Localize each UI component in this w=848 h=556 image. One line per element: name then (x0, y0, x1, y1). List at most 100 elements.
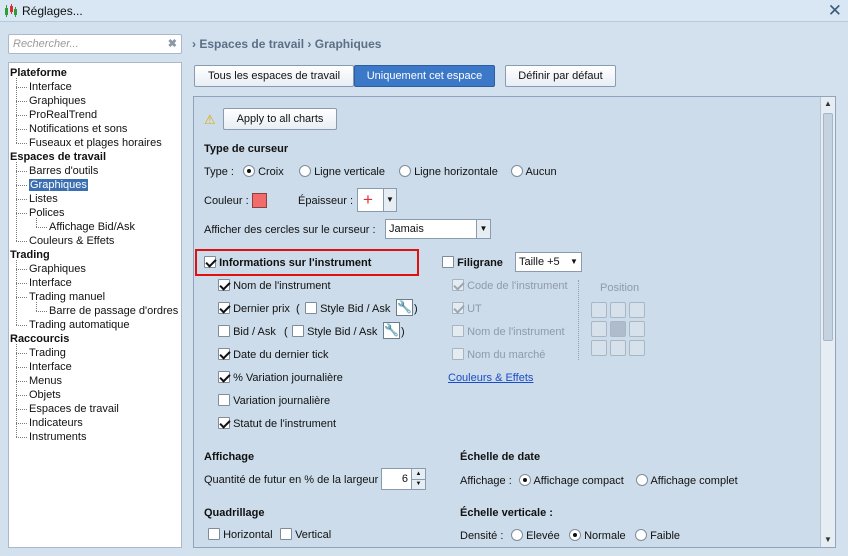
tree-item[interactable]: Indicateurs (29, 416, 83, 430)
tree-section[interactable]: Plateforme (10, 66, 67, 80)
plus-thickness-icon: + (363, 190, 373, 209)
apply-all-charts-button[interactable]: Apply to all charts (223, 108, 337, 130)
tree-section[interactable]: Raccourcis (10, 332, 69, 346)
stepper-up-icon[interactable]: ▲ (411, 469, 425, 479)
breadcrumb-workspaces[interactable]: Espaces de travail (199, 37, 304, 51)
all-workspaces-button[interactable]: Tous les espaces de travail (194, 65, 354, 87)
position-cell (610, 340, 626, 356)
tree-item[interactable]: Espaces de travail (29, 402, 119, 416)
tree-connector (16, 185, 27, 186)
wrench-icon[interactable]: 🔧 (383, 322, 400, 339)
tree-item[interactable]: Trading (29, 346, 66, 360)
tree-item[interactable]: Barre de passage d'ordres (49, 304, 178, 318)
cursor-croix-radio[interactable]: Croix (243, 165, 284, 179)
grid-horizontal-checkbox[interactable]: Horizontal (208, 528, 273, 542)
cursor-horizontal-radio[interactable]: Ligne horizontale (399, 165, 498, 179)
tree-connector (36, 311, 47, 312)
panel-scrollbar[interactable]: ▲ ▼ (820, 97, 835, 547)
tree-connector (16, 241, 27, 242)
tree-item[interactable]: Trading automatique (29, 318, 130, 332)
density-normal-radio[interactable]: Normale (569, 529, 626, 543)
info-var-checkbox[interactable]: Variation journalière (218, 394, 330, 408)
watermark-checkbox[interactable]: Filigrane (442, 256, 503, 270)
tree-item[interactable]: Graphiques (29, 94, 86, 108)
date-scale-label: Affichage : (460, 475, 512, 487)
density-label: Densité : (460, 530, 504, 542)
position-cell (629, 321, 645, 337)
chevron-down-icon: ▼ (567, 253, 581, 271)
tree-item[interactable]: ProRealTrend (29, 108, 97, 122)
scroll-up-icon[interactable]: ▲ (823, 99, 833, 109)
info-last-tick-checkbox[interactable]: Date du dernier tick (218, 348, 328, 362)
set-default-button[interactable]: Définir par défaut (505, 65, 616, 87)
tree-connector (36, 302, 37, 311)
date-full-radio[interactable]: Affichage complet (636, 474, 738, 488)
tree-item[interactable]: Polices (29, 206, 64, 220)
tree-item[interactable]: Interface (29, 360, 72, 374)
stepper-down-icon[interactable]: ▼ (411, 479, 425, 489)
this-workspace-button[interactable]: Uniquement cet espace (354, 65, 495, 87)
tree-item[interactable]: Objets (29, 388, 61, 402)
tree-item[interactable]: Instruments (29, 430, 86, 444)
info-last-price-checkbox[interactable]: Dernier prix (218, 302, 290, 316)
thickness-dropdown[interactable]: + ▼ (357, 188, 397, 212)
position-divider (578, 280, 579, 360)
info-var-pct-checkbox[interactable]: % Variation journalière (218, 371, 343, 385)
tree-item[interactable]: Barres d'outils (29, 164, 98, 178)
scroll-down-icon[interactable]: ▼ (823, 535, 833, 545)
colors-effects-link[interactable]: Couleurs & Effets (448, 371, 533, 385)
tree-connector (16, 367, 27, 368)
tree-item[interactable]: Listes (29, 192, 58, 206)
tree-connector (16, 115, 27, 116)
last-price-style-bid-ask-checkbox[interactable]: Style Bid / Ask (305, 302, 390, 316)
tree-connector (16, 213, 27, 214)
tree-connector (16, 162, 17, 241)
search-input[interactable]: Rechercher... ✖ (8, 34, 182, 54)
tree-item[interactable]: Graphiques (29, 178, 88, 192)
position-cell (591, 321, 607, 337)
wrench-icon[interactable]: 🔧 (396, 299, 413, 316)
tree-connector (16, 260, 17, 325)
clear-search-icon[interactable]: ✖ (168, 37, 177, 50)
bid-ask-style-checkbox[interactable]: Style Bid / Ask (292, 325, 377, 339)
cursor-vertical-radio[interactable]: Ligne verticale (299, 165, 385, 179)
tree-connector (16, 78, 17, 143)
cursor-none-radio[interactable]: Aucun (511, 165, 557, 179)
breadcrumb-separator-icon: › (192, 37, 196, 51)
tree-item[interactable]: Graphiques (29, 262, 86, 276)
chevron-down-icon: ▼ (476, 220, 490, 238)
wm-ut-checkbox: UT (452, 302, 482, 316)
tree-connector (16, 129, 27, 130)
cursor-circles-select[interactable]: Jamais ▼ (385, 219, 491, 239)
display-heading: Affichage (204, 451, 255, 463)
grid-vertical-checkbox[interactable]: Vertical (280, 528, 331, 542)
tree-connector (16, 143, 27, 144)
close-icon[interactable]: ✕ (828, 1, 842, 20)
watermark-size-select[interactable]: Taille +5 ▼ (515, 252, 582, 272)
tree-item[interactable]: Affichage Bid/Ask (49, 220, 135, 234)
tree-item[interactable]: Trading manuel (29, 290, 105, 304)
tree-item[interactable]: Interface (29, 80, 72, 94)
density-high-radio[interactable]: Elevée (511, 529, 560, 543)
position-cell (629, 302, 645, 318)
tree-item[interactable]: Notifications et sons (29, 122, 127, 136)
title-bar: Réglages... ✕ (0, 0, 848, 22)
tree-item[interactable]: Menus (29, 374, 62, 388)
tree-item[interactable]: Fuseaux et plages horaires (29, 136, 162, 150)
info-name-checkbox[interactable]: Nom de l'instrument (218, 279, 331, 293)
position-cell (610, 321, 626, 337)
tree-section[interactable]: Espaces de travail (10, 150, 106, 164)
scroll-thumb[interactable] (823, 113, 833, 341)
cursor-type-heading: Type de curseur (204, 143, 289, 155)
date-compact-radio[interactable]: Affichage compact (519, 474, 624, 488)
tree-item[interactable]: Couleurs & Effets (29, 234, 114, 248)
chevron-down-icon: ▼ (383, 189, 396, 211)
info-status-checkbox[interactable]: Statut de l'instrument (218, 417, 336, 431)
tree-connector (16, 297, 27, 298)
info-bid-ask-checkbox[interactable]: Bid / Ask (218, 325, 276, 339)
tree-item[interactable]: Interface (29, 276, 72, 290)
future-quantity-stepper[interactable]: 6 ▲ ▼ (381, 468, 426, 490)
date-scale-heading: Échelle de date (460, 451, 541, 463)
density-low-radio[interactable]: Faible (635, 529, 680, 543)
cursor-color-swatch[interactable] (252, 193, 267, 208)
